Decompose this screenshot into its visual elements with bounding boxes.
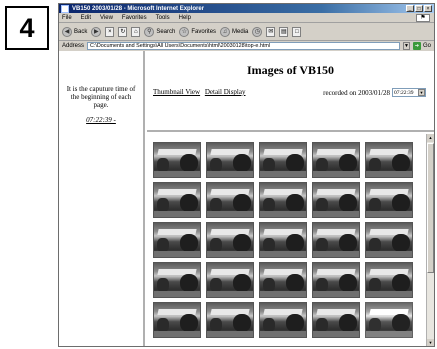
scroll-up-icon[interactable]: ▲ (427, 134, 434, 142)
scroll-thumb[interactable] (427, 143, 434, 273)
thumbnail-grid (153, 142, 413, 338)
address-label: Address (62, 43, 85, 49)
thumbnail-image[interactable] (259, 142, 307, 178)
menu-view[interactable]: View (100, 15, 113, 21)
step-number-badge: 4 (5, 6, 49, 50)
capture-time-note: It is the caputure time of the beginning… (66, 85, 136, 109)
time-link[interactable]: 07:22:39 - (86, 116, 116, 124)
thumbnail-image[interactable] (365, 182, 413, 218)
thumbnail-image[interactable] (206, 262, 254, 298)
forward-button[interactable]: ▶ (91, 26, 102, 37)
recorded-info: recorded on 2003/01/28 07:22:39 ▼ (323, 88, 426, 97)
address-value: C:\Documents and Settings\All Users\Docu… (90, 43, 271, 49)
thumbnail-image[interactable] (153, 222, 201, 258)
maximize-button[interactable]: □ (415, 5, 423, 12)
image-frame: ▲ ▼ (147, 134, 434, 346)
go-icon: ➔ (412, 42, 421, 50)
menu-help[interactable]: Help (179, 15, 191, 21)
refresh-icon[interactable]: ↻ (118, 26, 128, 37)
time-select[interactable]: 07:22:39 ▼ (392, 88, 426, 97)
home-icon[interactable]: ⌂ (131, 26, 141, 37)
go-button[interactable]: ➔ Go (412, 42, 434, 50)
thumbnail-image[interactable] (312, 222, 360, 258)
thumbnail-image[interactable] (259, 222, 307, 258)
view-links: Thumbnail View Detail Display (153, 88, 248, 96)
address-field[interactable]: C:\Documents and Settings\All Users\Docu… (87, 42, 400, 50)
menu-tools[interactable]: Tools (156, 15, 170, 21)
mail-icon[interactable]: ✉ (266, 26, 276, 37)
chevron-down-icon: ▼ (418, 89, 425, 96)
menu-file[interactable]: File (62, 15, 72, 21)
vertical-scrollbar[interactable]: ▲ ▼ (426, 134, 434, 346)
edit-icon[interactable]: □ (292, 26, 302, 37)
back-icon: ◀ (62, 26, 72, 37)
thumbnail-image[interactable] (365, 302, 413, 338)
thumbnail-image[interactable] (259, 302, 307, 338)
forward-icon: ▶ (91, 26, 102, 37)
thumbnail-image[interactable] (153, 142, 201, 178)
back-button[interactable]: ◀ Back (62, 26, 87, 37)
favorites-icon: ☆ (179, 26, 190, 37)
windows-logo-icon: ⚑ (416, 13, 430, 22)
media-button[interactable]: ♫ Media (220, 26, 248, 37)
thumbnail-image[interactable] (206, 302, 254, 338)
favorites-button[interactable]: ☆ Favorites (179, 26, 216, 37)
thumbnail-image[interactable] (206, 182, 254, 218)
page-content: It is the caputure time of the beginning… (59, 51, 434, 346)
thumbnail-image[interactable] (365, 222, 413, 258)
thumbnail-image[interactable] (365, 262, 413, 298)
thumbnail-image[interactable] (312, 302, 360, 338)
thumbnail-image[interactable] (259, 182, 307, 218)
thumbnail-image[interactable] (312, 182, 360, 218)
thumbnail-image[interactable] (153, 262, 201, 298)
toolbar: ◀ Back ▶ × ↻ ⌂ ⚲ Search ☆ Favorites ♫ Me… (59, 23, 434, 41)
history-icon[interactable]: ◷ (252, 26, 263, 37)
ie-logo-icon (61, 4, 69, 13)
scroll-down-icon[interactable]: ▼ (427, 339, 434, 346)
time-select-value: 07:22:39 (394, 89, 414, 96)
print-icon[interactable]: ▤ (279, 26, 289, 37)
menu-bar: File Edit View Favorites Tools Help ⚑ (59, 13, 434, 23)
top-frame: Images of VB150 Thumbnail View Detail Di… (147, 51, 434, 132)
thumbnail-image[interactable] (365, 142, 413, 178)
detail-display-link[interactable]: Detail Display (205, 88, 246, 96)
media-icon: ♫ (220, 26, 231, 37)
search-button[interactable]: ⚲ Search (144, 26, 175, 37)
window-title: VB150 2003/01/28 - Microsoft Internet Ex… (72, 5, 205, 12)
minimize-button[interactable]: _ (406, 5, 414, 12)
thumbnail-image[interactable] (312, 262, 360, 298)
page-title: Images of VB150 (246, 63, 335, 77)
menu-favorites[interactable]: Favorites (122, 15, 147, 21)
stop-icon[interactable]: × (105, 26, 115, 37)
left-frame: It is the caputure time of the beginning… (59, 51, 145, 346)
thumbnail-image[interactable] (153, 182, 201, 218)
browser-window: VB150 2003/01/28 - Microsoft Internet Ex… (58, 3, 435, 347)
search-icon: ⚲ (144, 26, 155, 37)
thumbnail-image[interactable] (153, 302, 201, 338)
thumbnail-image[interactable] (259, 262, 307, 298)
recorded-label: recorded on 2003/01/28 (323, 88, 390, 97)
thumbnail-image[interactable] (206, 142, 254, 178)
menu-edit[interactable]: Edit (81, 15, 91, 21)
title-bar: VB150 2003/01/28 - Microsoft Internet Ex… (59, 4, 434, 13)
thumbnail-image[interactable] (206, 222, 254, 258)
thumbnail-view-link[interactable]: Thumbnail View (153, 88, 200, 96)
close-button[interactable]: × (424, 5, 432, 12)
thumbnail-image[interactable] (312, 142, 360, 178)
address-dropdown[interactable]: ▼ (402, 42, 410, 50)
